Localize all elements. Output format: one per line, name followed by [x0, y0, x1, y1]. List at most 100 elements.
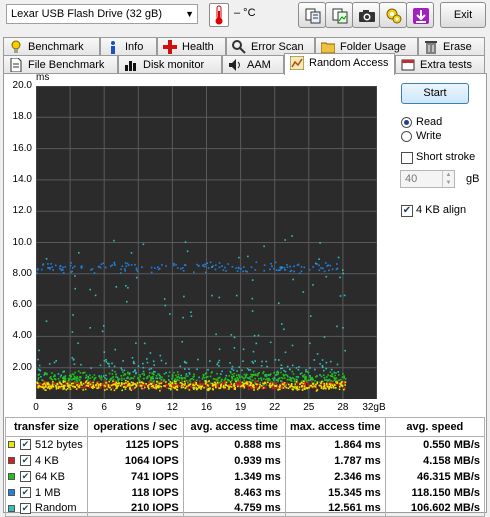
- scatter-point: [120, 268, 122, 271]
- scatter-point: [59, 386, 61, 388]
- scatter-point: [199, 382, 201, 384]
- scatter-point: [230, 383, 233, 385]
- scatter-point: [126, 262, 129, 265]
- save-button[interactable]: [406, 2, 434, 28]
- scatter-point: [235, 383, 238, 385]
- scatter-point: [113, 365, 116, 368]
- tab-erase[interactable]: Erase: [418, 37, 485, 56]
- scatter-point: [231, 365, 234, 368]
- tab-info[interactable]: Info: [100, 37, 157, 56]
- scatter-point: [232, 384, 235, 386]
- scatter-point: [302, 375, 304, 378]
- start-button[interactable]: Start: [401, 83, 469, 104]
- scatter-point: [312, 382, 314, 385]
- scatter-point: [47, 387, 49, 389]
- scatter-point: [329, 371, 332, 373]
- series-checkbox[interactable]: ✔: [20, 471, 31, 483]
- scatter-point: [268, 384, 271, 387]
- scatter-point: [291, 235, 293, 237]
- avg-speed-cell: 46.315 MB/s: [384, 468, 486, 485]
- scatter-point: [209, 261, 212, 264]
- spin-arrows-icon[interactable]: ▲ ▼: [442, 171, 454, 187]
- scatter-point: [55, 388, 58, 390]
- scatter-point: [43, 382, 45, 385]
- scatter-point: [63, 378, 65, 381]
- transfer-size-label: 1 MB: [35, 486, 61, 499]
- scatter-point: [93, 379, 95, 381]
- scatter-point: [177, 384, 180, 387]
- copy-text-button[interactable]: [298, 2, 326, 28]
- scatter-point: [125, 285, 127, 287]
- scatter-point: [227, 263, 229, 265]
- scatter-point: [142, 370, 145, 373]
- scatter-point: [171, 374, 174, 376]
- scatter-point: [273, 371, 275, 374]
- scatter-point: [265, 378, 267, 381]
- scatter-point: [343, 375, 345, 377]
- series-checkbox[interactable]: ✔: [20, 455, 31, 467]
- scatter-point: [45, 320, 48, 322]
- scatter-point: [238, 366, 241, 368]
- short-stroke-checkbox[interactable]: [401, 152, 413, 164]
- scatter-point: [89, 381, 91, 384]
- extra-tests-icon: [401, 59, 415, 71]
- align-4kb-checkbox[interactable]: ✔: [401, 205, 413, 217]
- scatter-point: [253, 389, 255, 391]
- tab-extra-tests[interactable]: Extra tests: [395, 55, 485, 74]
- col-operations: operations / sec: [86, 417, 184, 437]
- scatter-point: [179, 365, 182, 368]
- tab-aam[interactable]: AAM: [222, 55, 284, 74]
- scatter-point: [165, 371, 167, 374]
- scatter-point: [198, 380, 201, 382]
- scatter-point: [333, 384, 336, 387]
- scatter-point: [277, 269, 280, 272]
- scatter-point: [316, 375, 318, 377]
- scatter-point: [114, 348, 116, 351]
- scatter-point: [264, 387, 267, 389]
- scatter-point: [335, 381, 337, 383]
- options-button[interactable]: [379, 2, 407, 28]
- series-checkbox[interactable]: ✔: [20, 502, 31, 514]
- scatter-point: [299, 382, 302, 385]
- scatter-point: [303, 266, 306, 269]
- scatter-point: [152, 377, 154, 380]
- scatter-point: [306, 387, 308, 390]
- scatter-point: [334, 378, 336, 380]
- stroke-size-input[interactable]: 40 ▲ ▼: [400, 170, 455, 188]
- scatter-point: [45, 258, 48, 260]
- read-radio[interactable]: [401, 117, 412, 128]
- series-checkbox[interactable]: ✔: [20, 439, 31, 451]
- screenshot-button[interactable]: [352, 2, 380, 28]
- drive-select-value: Lexar USB Flash Drive (32 gB): [11, 8, 162, 20]
- tab-random-access[interactable]: Random Access: [284, 53, 395, 75]
- scatter-point: [136, 270, 139, 273]
- tab-health[interactable]: Health: [157, 37, 226, 56]
- camera-icon: [359, 10, 375, 22]
- scatter-point: [202, 264, 204, 266]
- scatter-point: [137, 365, 140, 367]
- scatter-point: [76, 384, 79, 386]
- drive-select[interactable]: Lexar USB Flash Drive (32 gB) ▼: [6, 4, 198, 24]
- scatter-point: [323, 382, 325, 385]
- scatter-point: [267, 374, 270, 376]
- scatter-point: [226, 388, 229, 390]
- error-scan-icon: [232, 40, 246, 54]
- scatter-point: [75, 378, 77, 381]
- table-row: ✔ 64 KB 741 IOPS 1.349 ms 2.346 ms 46.315 MB/…: [5, 468, 486, 485]
- scatter-point: [252, 379, 254, 382]
- tab-disk-monitor[interactable]: Disk monitor: [118, 55, 222, 74]
- tab-benchmark[interactable]: Benchmark: [3, 37, 100, 56]
- scatter-point: [135, 267, 138, 270]
- series-checkbox[interactable]: ✔: [20, 487, 31, 499]
- exit-button[interactable]: Exit: [440, 2, 486, 28]
- scatter-point: [98, 265, 101, 268]
- max-access-cell: 1.787 ms: [284, 452, 386, 469]
- write-radio[interactable]: [401, 131, 412, 142]
- scatter-point: [316, 263, 318, 265]
- copy-image-button[interactable]: [325, 2, 353, 28]
- avg-speed-cell: 0.550 MB/s: [384, 436, 486, 453]
- scatter-point: [37, 358, 39, 361]
- scatter-point: [306, 381, 309, 383]
- scatter-point: [55, 385, 57, 387]
- tab-file-benchmark[interactable]: File Benchmark: [3, 55, 118, 74]
